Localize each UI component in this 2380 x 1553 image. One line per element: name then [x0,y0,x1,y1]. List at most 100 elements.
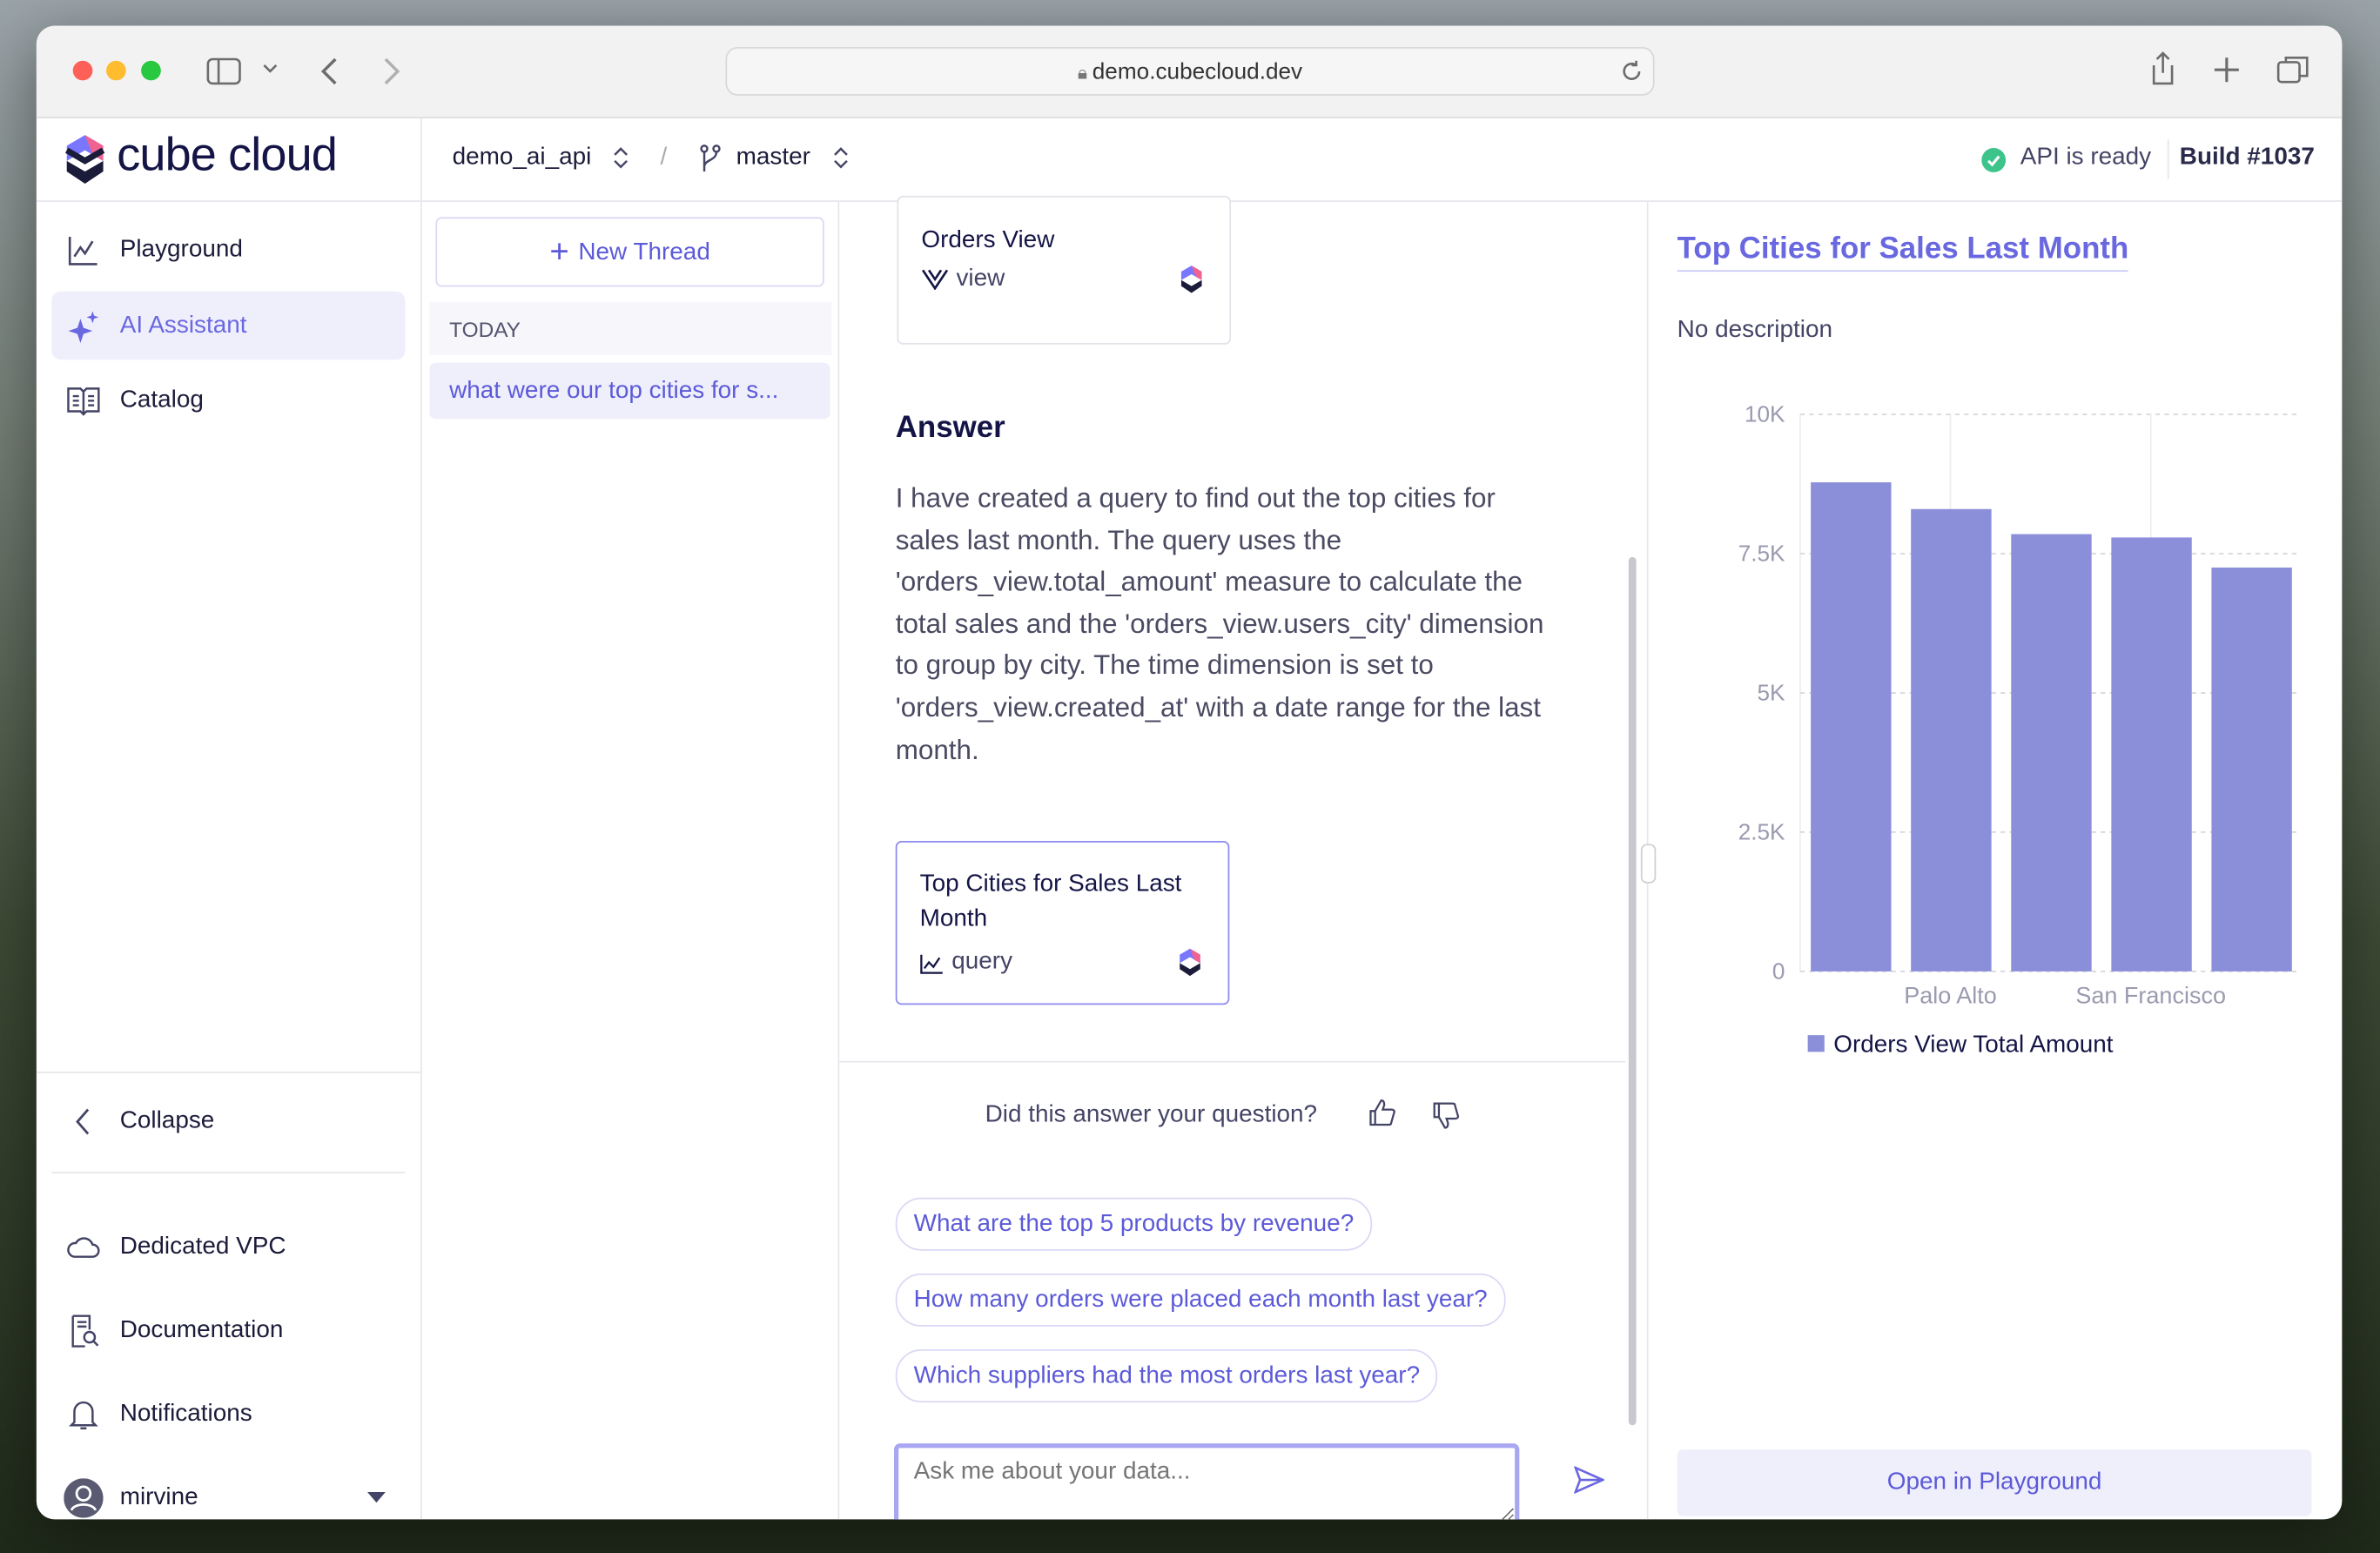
sidebar-item-notifications[interactable]: Notifications [51,1380,405,1448]
reload-icon[interactable] [1619,59,1644,84]
send-icon[interactable] [1574,1466,1604,1494]
close-window-button[interactable] [72,60,93,81]
url-text: demo.cubecloud.dev [1092,59,1303,85]
thread-title: what were our top cities for s... [449,378,779,404]
sidebar-toggle-icon[interactable] [206,57,243,85]
cube-logo-icon [1180,266,1202,293]
view-card[interactable]: Orders View view [897,195,1232,345]
divider [839,1060,1626,1063]
y-tick-label: 7.5K [1738,541,1785,567]
forward-icon[interactable] [382,57,400,87]
view-card-title: Orders View [921,227,1055,254]
thumbs-up-icon[interactable] [1369,1099,1396,1126]
breadcrumb-separator: / [660,144,668,171]
tab-overview-icon[interactable] [2276,55,2309,85]
chevron-down-icon[interactable] [263,64,278,76]
legend-label: Orders View Total Amount [1833,1030,2113,1057]
project-selector[interactable]: demo_ai_api [453,145,592,171]
chevron-up-down-icon[interactable] [833,145,848,170]
sidebar-item-label: AI Assistant [119,313,247,339]
bell-icon [69,1401,98,1429]
sidebar-item-label: Dedicated VPC [119,1234,286,1261]
chat-input[interactable] [893,1443,1520,1520]
minimize-window-button[interactable] [106,60,126,81]
sidebar-item-playground[interactable]: Playground [51,216,405,284]
app-header: cube cloud demo_ai_api / master API is r… [36,118,2343,202]
branch-selector[interactable]: master [736,145,810,171]
thread-item[interactable]: what were our top cities for s... [429,362,830,420]
sidebar-item-dedicated-vpc[interactable]: Dedicated VPC [51,1213,405,1281]
thumbs-down-icon[interactable] [1433,1102,1460,1129]
maximize-window-button[interactable] [141,60,161,81]
collapse-button[interactable]: Collapse [51,1086,405,1154]
chat-panel: Orders View view Answer I have created a… [839,195,1649,1520]
book-open-icon [67,387,100,416]
chevron-up-down-icon[interactable] [613,145,628,170]
chart-line-icon [920,954,943,974]
new-thread-label: New Thread [578,239,710,266]
collapse-label: Collapse [119,1107,215,1134]
answer-text: I have created a query to find out the t… [895,482,1544,765]
cloud-icon [67,1237,100,1258]
divider [36,1071,420,1073]
query-card-title: Top Cities for Sales Last Month [919,871,1182,932]
sidebar-item-ai-assistant[interactable]: AI Assistant [51,291,406,360]
caret-down-icon [366,1491,386,1503]
legend-swatch [1807,1035,1825,1052]
sidebar-item-label: Notifications [119,1401,252,1427]
sidebar-item-catalog[interactable]: Catalog [51,366,405,434]
x-tick-label: Palo Alto [1904,983,1997,1009]
threads-panel: + New Thread TODAY what were our top cit… [420,201,840,1520]
y-tick-label: 5K [1757,680,1785,706]
avatar [64,1478,104,1518]
query-card[interactable]: Top Cities for Sales Last Month query [895,840,1230,1005]
bar-chart: 0 2.5K 5K 7.5K 10K Palo Alto San Francisco Orde… [1738,401,2302,1057]
sidebar-item-label: Playground [119,237,243,263]
suggestion-chip[interactable]: What are the top 5 products by revenue? [895,1197,1373,1251]
git-branch-icon [700,145,721,172]
cube-logo-icon [1180,948,1200,977]
suggestion-chip[interactable]: Which suppliers had the most orders last… [895,1349,1439,1403]
sidebar-item-documentation[interactable]: Documentation [51,1296,405,1364]
y-tick-label: 0 [1772,958,1785,985]
document-search-icon [71,1314,99,1348]
scrollbar[interactable] [1628,556,1637,1426]
result-panel: Top Cities for Sales Last Month No descr… [1649,202,2343,1519]
cube-cloud-logo[interactable] [64,135,106,184]
panel-description: No description [1677,317,1833,344]
build-number[interactable]: Build #1037 [2180,145,2315,171]
plus-icon: + [549,232,579,271]
bar [2111,537,2192,971]
chevron-left-icon [76,1108,90,1135]
bar [1811,482,1892,971]
new-thread-button[interactable]: + New Thread [435,217,824,287]
x-tick-label: San Francisco [2075,983,2226,1009]
back-icon[interactable] [320,57,339,87]
y-tick-label: 2.5K [1738,819,1785,845]
browser-window: 🔒︎ demo.cubecloud.dev cube cloud demo_ai… [36,25,2343,1520]
lock-icon: 🔒︎ [1077,62,1093,84]
bar [2011,534,2092,971]
panel-title[interactable]: Top Cities for Sales Last Month [1677,232,2129,272]
user-menu[interactable]: mirvine [51,1463,405,1520]
username: mirvine [119,1484,198,1510]
open-in-playground-button[interactable]: Open in Playground [1677,1449,2312,1516]
address-bar[interactable]: 🔒︎ demo.cubecloud.dev [725,47,1655,96]
thread-group-header: TODAY [429,301,832,356]
suggestion-chip[interactable]: How many orders were placed each month l… [895,1273,1506,1327]
check-circle-icon [1981,148,2007,172]
answer-heading: Answer [895,411,1005,445]
view-card-type: view [956,266,1005,292]
share-icon[interactable] [2149,50,2176,87]
chart-line-icon [68,237,97,266]
bar [1911,508,1992,971]
new-tab-icon[interactable] [2213,57,2240,84]
y-tick-label: 10K [1745,401,1785,427]
sidebar-item-label: Catalog [119,387,204,413]
browser-toolbar: 🔒︎ demo.cubecloud.dev [36,25,2343,119]
sparkles-icon [68,311,99,344]
api-status: API is ready [2020,144,2152,171]
thread-group-label: TODAY [449,317,521,342]
sidebar: Playground AI Assistant Catalog Collapse… [36,201,422,1520]
divider [51,1172,406,1173]
